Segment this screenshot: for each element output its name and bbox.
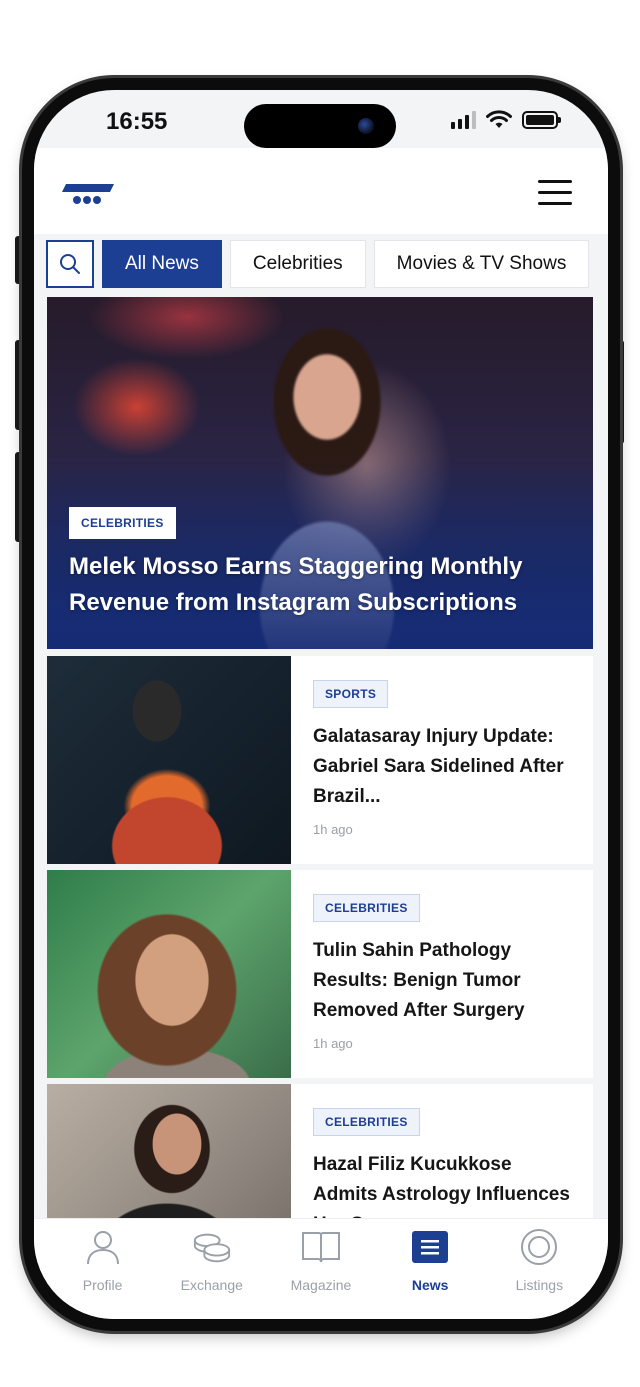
news-list-icon — [410, 1227, 450, 1267]
hero-article-card[interactable]: CELEBRITIES Melek Mosso Earns Staggering… — [47, 297, 593, 649]
article-timestamp: 1h ago — [313, 1036, 353, 1051]
app-logo[interactable] — [62, 182, 114, 208]
phone-frame: 16:55 All News Celebrities Movies & TV S… — [22, 78, 620, 1331]
category-badge: SPORTS — [313, 680, 389, 708]
category-badge: CELEBRITIES — [313, 1108, 420, 1136]
nav-exchange[interactable]: Exchange — [162, 1219, 262, 1319]
target-icon — [519, 1227, 559, 1267]
menu-bar-icon — [538, 191, 572, 194]
search-icon — [60, 254, 80, 274]
category-badge: CELEBRITIES — [313, 894, 420, 922]
nav-news[interactable]: News — [380, 1219, 480, 1319]
nav-label: News — [411, 1277, 449, 1293]
front-camera-icon — [358, 118, 374, 134]
cellular-signal-icon — [451, 111, 476, 129]
nav-label: Magazine — [290, 1277, 352, 1293]
category-tabs: All News Celebrities Movies & TV Shows — [46, 240, 608, 292]
nav-label: Profile — [82, 1277, 123, 1293]
bottom-navigation: Profile Exchange Magazine News Listings — [34, 1218, 608, 1319]
article-body: CELEBRITIES Tulin Sahin Pathology Result… — [291, 870, 593, 1078]
article-card[interactable]: CELEBRITIES Tulin Sahin Pathology Result… — [47, 870, 593, 1078]
hamburger-menu-button[interactable] — [538, 180, 574, 208]
nav-magazine[interactable]: Magazine — [271, 1219, 371, 1319]
menu-bar-icon — [538, 202, 572, 205]
article-title: Tulin Sahin Pathology Results: Benign Tu… — [313, 940, 525, 1021]
coins-icon — [192, 1227, 232, 1267]
phone-screen: 16:55 All News Celebrities Movies & TV S… — [34, 90, 608, 1319]
person-icon — [83, 1227, 123, 1267]
nav-profile[interactable]: Profile — [53, 1219, 153, 1319]
status-time: 16:55 — [106, 108, 168, 135]
article-title: Galatasaray Injury Update: Gabriel Sara … — [313, 726, 564, 807]
nav-listings[interactable]: Listings — [489, 1219, 589, 1319]
tab-movies-tv-shows[interactable]: Movies & TV Shows — [373, 240, 590, 288]
wifi-icon — [486, 110, 512, 128]
article-thumbnail — [47, 656, 291, 864]
article-thumbnail — [47, 870, 291, 1078]
article-card[interactable]: SPORTS Galatasaray Injury Update: Gabrie… — [47, 656, 593, 864]
article-body: SPORTS Galatasaray Injury Update: Gabrie… — [291, 656, 593, 864]
tab-all-news[interactable]: All News — [102, 240, 222, 288]
status-icons — [451, 110, 561, 130]
book-icon — [301, 1227, 341, 1267]
app-header — [34, 148, 608, 234]
dynamic-island — [244, 104, 396, 148]
search-button[interactable] — [46, 240, 94, 288]
nav-label: Exchange — [180, 1277, 243, 1293]
article-timestamp: 1h ago — [313, 822, 353, 837]
tab-celebrities[interactable]: Celebrities — [229, 240, 366, 288]
menu-bar-icon — [538, 180, 572, 183]
hero-title: Melek Mosso Earns Staggering Monthly Rev… — [69, 553, 523, 616]
nav-label: Listings — [515, 1277, 564, 1293]
battery-icon — [522, 111, 561, 129]
hero-category-badge: CELEBRITIES — [69, 507, 176, 539]
